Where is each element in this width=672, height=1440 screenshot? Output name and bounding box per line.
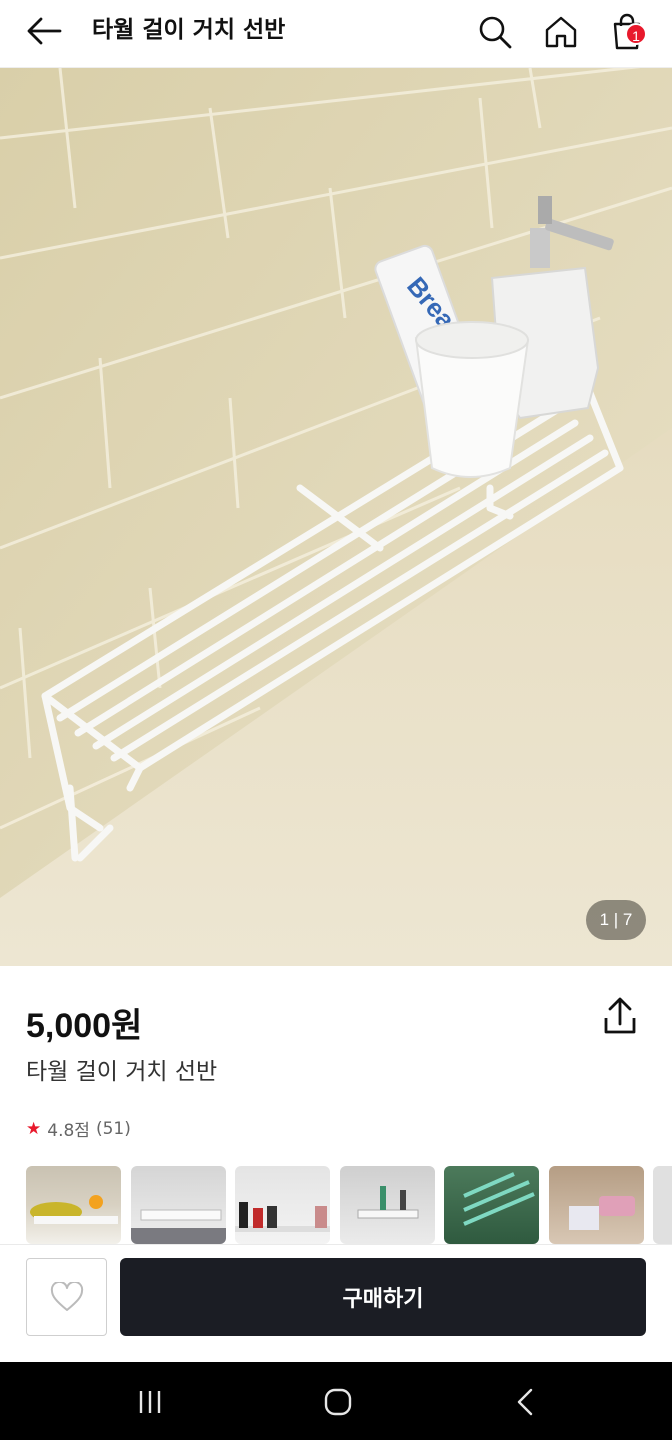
purchase-bar: 구매하기 (0, 1244, 672, 1362)
home-icon (545, 16, 577, 48)
page-title: 타월 걸이 거치 선반 (92, 17, 286, 43)
review-photo (131, 1209, 226, 1244)
home-button[interactable] (539, 10, 583, 54)
share-icon (604, 997, 636, 1034)
review-count: (51) (95, 1118, 131, 1139)
review-thumbnail[interactable] (131, 1166, 226, 1244)
product-name: 타월 걸이 거치 선반 (26, 1059, 218, 1085)
star-icon: ★ (26, 1118, 42, 1139)
product-image-carousel[interactable]: Breathing 1 | 7 (0, 68, 672, 966)
search-button[interactable] (473, 10, 517, 54)
review-photo (357, 1186, 419, 1219)
recent-apps-icon (139, 1391, 161, 1413)
cart-button[interactable]: 1 (605, 10, 649, 54)
review-photo (463, 1172, 535, 1226)
review-thumbnail[interactable] (26, 1166, 121, 1244)
recent-apps-button[interactable] (128, 1382, 172, 1422)
heart-icon (50, 1282, 83, 1311)
review-thumbnail[interactable] (653, 1166, 672, 1244)
home-nav-button[interactable] (316, 1382, 360, 1422)
back-nav-button[interactable] (504, 1382, 548, 1422)
system-nav-bar (0, 1362, 672, 1440)
chevron-left-icon (517, 1388, 533, 1416)
cart-count-badge: 1 (625, 23, 647, 45)
wishlist-button[interactable] (26, 1258, 107, 1336)
review-thumbnail[interactable] (235, 1166, 330, 1244)
review-photo (30, 1195, 118, 1224)
review-photo-strip[interactable] (26, 1166, 672, 1244)
rating-value: 4.8점 (47, 1121, 90, 1141)
product-price: 5,000원 (26, 1007, 143, 1045)
review-thumbnail[interactable] (340, 1166, 435, 1244)
review-thumbnail[interactable] (549, 1166, 644, 1244)
home-circle-icon (324, 1388, 352, 1416)
top-app-bar: 타월 걸이 거치 선반 1 (0, 0, 672, 68)
review-photo (235, 1202, 330, 1232)
rating-summary[interactable]: ★ 4.8점 (51) (26, 1116, 131, 1142)
arrow-left-icon (27, 17, 62, 45)
review-thumbnail[interactable] (444, 1166, 539, 1244)
image-counter: 1 | 7 (586, 900, 646, 940)
search-icon (479, 16, 512, 49)
review-photo (569, 1196, 635, 1230)
product-photo: Breathing (0, 68, 672, 966)
back-button[interactable] (22, 14, 66, 50)
buy-button[interactable]: 구매하기 (120, 1258, 646, 1336)
share-button[interactable] (596, 996, 644, 1040)
